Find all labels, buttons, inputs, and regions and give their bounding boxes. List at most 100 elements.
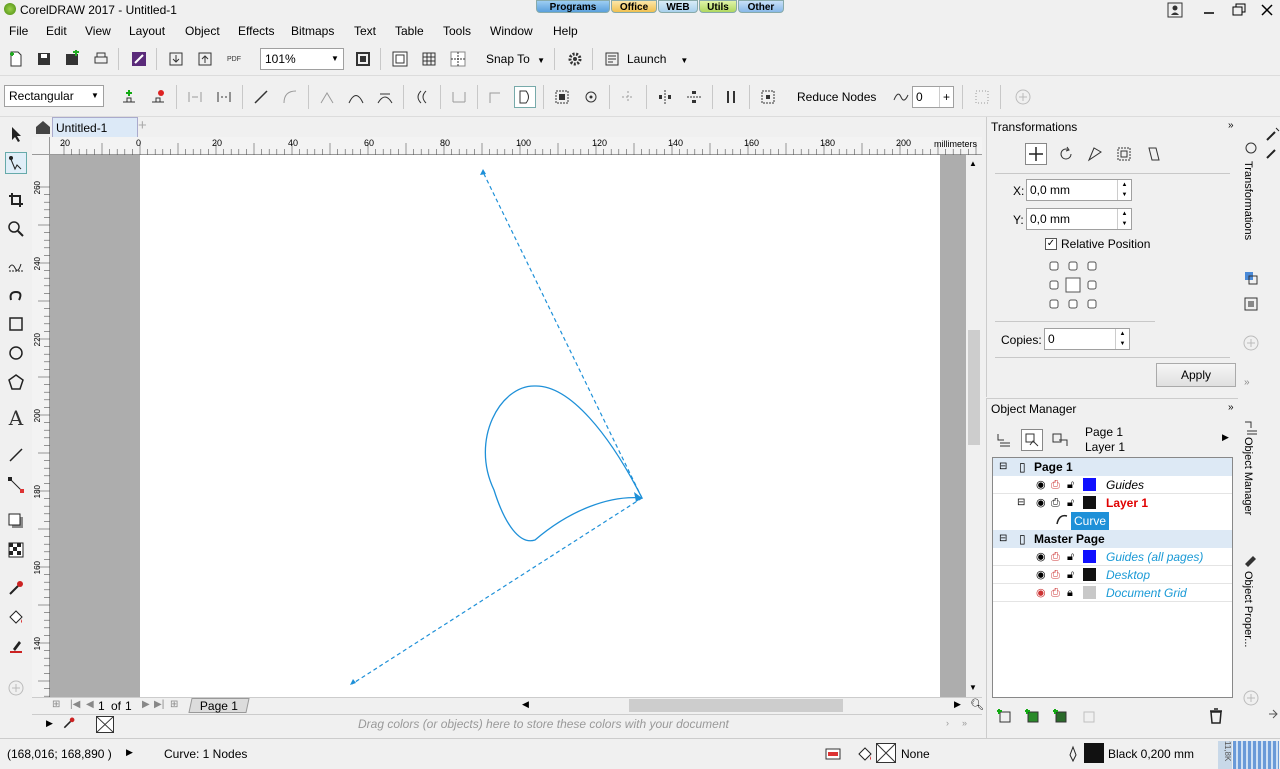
tree-row-guides-all-pages[interactable]: ◉ ⎙ 🔓︎ Guides (all pages) (993, 548, 1232, 566)
palette-eyedropper-icon[interactable] (1262, 141, 1280, 163)
scroll-up-icon[interactable]: ▲ (969, 159, 977, 168)
parallel-dimension-tool-icon[interactable] (5, 444, 27, 466)
select-all-nodes-icon[interactable] (757, 86, 779, 108)
stretch-scale-nodes-icon[interactable] (551, 86, 573, 108)
scroll-left-icon[interactable]: ◀ (522, 699, 529, 710)
show-grid-icon[interactable] (418, 48, 440, 70)
tree-row-guides[interactable]: ◉ ⎙ 🔓︎ Guides (993, 476, 1232, 494)
new-layer-icon[interactable] (994, 705, 1016, 727)
add-node-icon[interactable] (118, 86, 140, 108)
insert-page-before-icon[interactable]: ⊞ (52, 699, 60, 710)
tab-untitled-1[interactable]: Untitled-1 (52, 117, 138, 137)
x-position-input[interactable]: 0,0 mm ▲ ▼ (1026, 179, 1132, 201)
layer-color-swatch[interactable] (1083, 550, 1096, 563)
menu-table[interactable]: Table (395, 24, 424, 38)
docker-tab-add-icon[interactable] (1240, 332, 1262, 354)
layer-color-swatch[interactable] (1083, 478, 1096, 491)
tree-row-page-1[interactable]: ⊟ ▯ Page 1 (993, 458, 1232, 476)
add-tool-icon[interactable] (5, 677, 27, 699)
anchor-grid[interactable] (1049, 260, 1097, 310)
tree-row-desktop[interactable]: ◉ ⎙ 🔓︎ Desktop (993, 566, 1232, 584)
reflect-vertical-icon[interactable] (683, 86, 705, 108)
layer-manager-view-icon[interactable] (1049, 429, 1071, 451)
reverse-direction-icon[interactable] (411, 86, 433, 108)
smooth-node-icon[interactable] (345, 86, 367, 108)
docker-tab-transform-icon[interactable] (1240, 137, 1262, 159)
drawing-canvas[interactable] (50, 155, 966, 697)
position-transform-icon[interactable] (1025, 143, 1047, 165)
show-object-properties-icon[interactable] (993, 429, 1015, 451)
curve-drawing[interactable] (50, 155, 966, 697)
first-page-icon[interactable]: |◀ (70, 699, 80, 710)
y-position-input[interactable]: 0,0 mm ▲ ▼ (1026, 208, 1132, 230)
rotate-skew-nodes-icon[interactable] (580, 86, 602, 108)
control-handle-arrow[interactable] (480, 169, 486, 175)
copies-input[interactable]: 0 ▲ ▼ (1044, 328, 1130, 350)
visibility-eye-icon[interactable]: ◉ (1036, 476, 1046, 494)
control-handle-arrow[interactable] (350, 679, 356, 685)
selection-mode-combo[interactable]: Rectangular ▼ (4, 85, 104, 107)
visibility-eye-icon[interactable]: ◉ (1036, 494, 1046, 512)
page-tab[interactable]: Page 1 (188, 698, 250, 713)
status-arrow-icon[interactable]: ▶ (126, 747, 133, 758)
lock-icon[interactable]: 🔒︎ (1067, 584, 1073, 602)
print-disabled-icon[interactable]: ⎙ (1051, 566, 1060, 584)
menu-window[interactable]: Window (490, 24, 533, 38)
last-page-icon[interactable]: ▶| (154, 699, 164, 710)
launch-dropdown[interactable]: Launch ▼ (627, 52, 688, 66)
options-gear-icon[interactable] (564, 48, 586, 70)
vertical-scrollbar[interactable]: ▲ ▼ (966, 155, 982, 697)
home-icon[interactable] (32, 116, 54, 138)
to-curve-icon[interactable] (279, 86, 301, 108)
show-node-selection-icon[interactable] (971, 86, 993, 108)
print-disabled-icon[interactable]: ⎙ (1051, 584, 1060, 602)
side-tab-transformations[interactable]: Transformations (1242, 161, 1254, 240)
rotate-transform-icon[interactable] (1055, 143, 1077, 165)
menu-file[interactable]: File (9, 24, 28, 38)
delete-icon[interactable] (1205, 705, 1227, 727)
menu-bitmaps[interactable]: Bitmaps (291, 24, 334, 38)
reflect-horizontal-icon[interactable] (654, 86, 676, 108)
break-curve-icon[interactable] (213, 86, 235, 108)
menu-object[interactable]: Object (185, 24, 220, 38)
copies-spinner-icon[interactable]: ▲ ▼ (1115, 329, 1129, 349)
previous-page-icon[interactable]: ◀ (86, 699, 94, 710)
elastic-mode-icon[interactable] (720, 86, 742, 108)
symmetrical-node-icon[interactable] (374, 86, 396, 108)
palette-scroll-right-icon[interactable]: › (946, 718, 949, 728)
palette-scroll-icon[interactable] (1262, 703, 1280, 725)
lock-icon[interactable]: 🔓︎ (1067, 548, 1074, 566)
snap-to-dropdown[interactable]: Snap To ▼ (486, 52, 545, 66)
new-master-layer-all-icon[interactable] (1050, 705, 1072, 727)
rectangle-tool-icon[interactable] (5, 313, 27, 335)
ruler-origin[interactable] (32, 137, 50, 155)
save-icon[interactable] (61, 48, 83, 70)
join-nodes-icon[interactable] (184, 86, 206, 108)
palette-menu-arrow-icon[interactable]: ▶ (46, 718, 53, 729)
lock-icon[interactable]: 🔓︎ (1067, 494, 1074, 512)
tree-row-master-page[interactable]: ⊟ ▯ Master Page (993, 530, 1232, 548)
visibility-eye-icon[interactable]: ◉ (1036, 566, 1046, 584)
layer-color-swatch[interactable] (1083, 586, 1096, 599)
pick-tool-icon[interactable] (5, 123, 27, 145)
workspace-tab-web[interactable]: WEB (658, 0, 698, 13)
outline-color-swatch[interactable] (1084, 743, 1104, 763)
visibility-off-icon[interactable]: ◉ (1036, 584, 1046, 602)
workspace-tab-office[interactable]: Office (611, 0, 657, 13)
show-rulers-icon[interactable] (389, 48, 411, 70)
docker-tab-lens-icon[interactable] (1240, 293, 1262, 315)
edit-across-layers-icon[interactable] (1021, 429, 1043, 451)
menu-view[interactable]: View (85, 24, 111, 38)
scale-mirror-transform-icon[interactable] (1084, 143, 1106, 165)
extract-subpath-icon[interactable] (485, 86, 507, 108)
menu-edit[interactable]: Edit (46, 24, 67, 38)
apply-button[interactable]: Apply (1156, 363, 1236, 387)
skew-transform-icon[interactable] (1142, 143, 1164, 165)
close-icon[interactable] (1256, 0, 1278, 21)
menu-help[interactable]: Help (553, 24, 578, 38)
close-curve-icon[interactable] (514, 86, 536, 108)
shape-tool-icon[interactable] (5, 152, 27, 174)
zoom-level-combo[interactable]: 101% ▼ (260, 48, 344, 70)
eyedropper-icon[interactable] (62, 716, 76, 733)
user-icon[interactable] (1164, 0, 1186, 21)
